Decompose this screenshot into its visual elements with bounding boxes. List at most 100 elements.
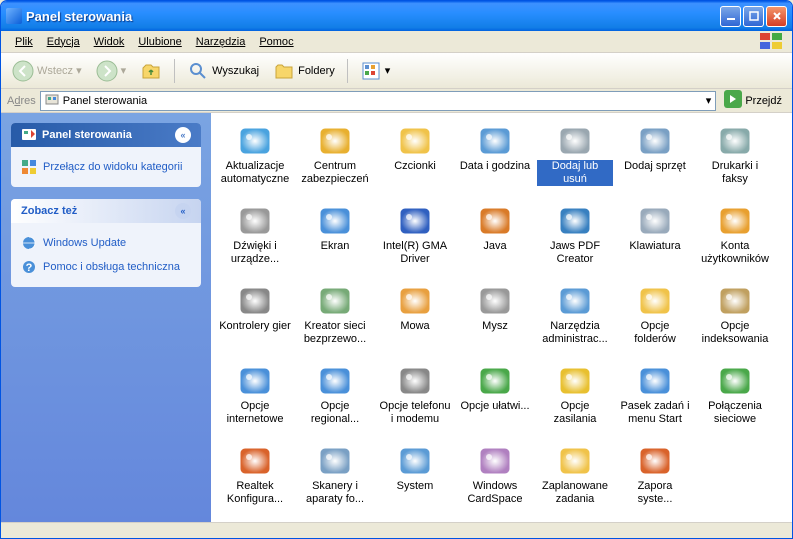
panel-seealso-header[interactable]: Zobacz też « [11,199,201,223]
close-button[interactable] [766,6,787,27]
cp-item-chip[interactable]: Intel(R) GMA Driver [375,203,455,281]
cp-item-speech[interactable]: Mowa [375,283,455,361]
shield-icon [319,125,351,157]
cp-item-label: Centrum zabezpieczeń [297,160,373,186]
menu-favorites[interactable]: Ulubione [132,34,187,50]
cp-item-joystick[interactable]: Kontrolery gier [215,283,295,361]
minimize-button[interactable] [720,6,741,27]
cp-item-display[interactable]: Ekran [295,203,375,281]
address-label: Adres [7,95,36,107]
menu-tools[interactable]: Narzędzia [190,34,252,50]
cp-item-network[interactable]: Połączenia sieciowe [695,363,775,441]
windows-update-link[interactable]: Windows Update [21,231,191,255]
menu-edit[interactable]: Edycja [41,34,86,50]
system-icon [399,445,431,477]
pdf-icon [559,205,591,237]
cp-item-label: Opcje internetowe [217,400,293,426]
cp-item-firewall[interactable]: Zapora syste... [615,443,695,521]
internet-icon [239,365,271,397]
cp-item-mouse[interactable]: Mysz [455,283,535,361]
cp-item-label: Skanery i aparaty fo... [297,480,373,506]
category-icon [21,159,37,175]
scheduled-icon [559,445,591,477]
panel-control-header[interactable]: Panel sterowania « [11,123,201,147]
titlebar[interactable]: Panel sterowania [1,1,792,31]
maximize-button[interactable] [743,6,764,27]
go-button[interactable]: Przejdź [720,88,786,113]
cp-item-power[interactable]: Opcje zasilania [535,363,615,441]
cp-item-admin-tools[interactable]: Narzędzia administrac... [535,283,615,361]
cp-item-shield-update[interactable]: Aktualizacje automatyczne [215,123,295,201]
folders-label: Foldery [298,65,335,77]
cp-item-hardware[interactable]: Dodaj sprzęt [615,123,695,201]
cp-item-label: Zapora syste... [617,480,693,506]
scanner-icon [319,445,351,477]
keyboard-icon [639,205,671,237]
back-label: Wstecz [37,65,73,77]
search-button[interactable]: Wyszukaj [182,57,264,85]
cp-item-internet[interactable]: Opcje internetowe [215,363,295,441]
panel-header-icon [21,126,37,145]
cp-item-label: Zaplanowane zadania [537,480,613,506]
cp-item-taskbar[interactable]: Pasek zadań i menu Start [615,363,695,441]
admin-tools-icon [559,285,591,317]
folder-options-icon [639,285,671,317]
cp-item-shield[interactable]: Centrum zabezpieczeń [295,123,375,201]
cp-item-regional[interactable]: Opcje regional... [295,363,375,441]
cp-item-label: Intel(R) GMA Driver [377,240,453,266]
cp-item-users[interactable]: Konta użytkowników [695,203,775,281]
phone-modem-icon [399,365,431,397]
cp-item-box-cd[interactable]: Dodaj lub usuń programy [535,123,615,201]
content-area: Panel sterowania « Przełącz do widoku ka… [1,113,792,522]
icon-view[interactable]: Aktualizacje automatyczneCentrum zabezpi… [211,113,792,522]
up-button[interactable] [135,57,167,85]
menu-help[interactable]: Pomoc [253,34,299,50]
cp-item-pdf[interactable]: Jaws PDF Creator [535,203,615,281]
cp-item-speaker[interactable]: Dźwięki i urządze... [215,203,295,281]
cp-item-folder-options[interactable]: Opcje folderów [615,283,695,361]
cp-item-accessibility[interactable]: Opcje ułatwi... [455,363,535,441]
address-input[interactable]: Panel sterowania ▾ [40,91,717,111]
display-icon [319,205,351,237]
cp-item-audio[interactable]: Realtek Konfigura... [215,443,295,521]
views-button[interactable]: ▾ [355,57,396,85]
forward-button[interactable]: ▾ [91,57,132,85]
cp-item-printer[interactable]: Drukarki i faksy [695,123,775,201]
help-support-link[interactable]: ? Pomoc i obsługa techniczna [21,255,191,279]
back-button[interactable]: Wstecz ▾ [7,57,87,85]
windows-flag-icon[interactable] [760,33,784,51]
mouse-icon [479,285,511,317]
cp-item-label: Dodaj lub usuń programy [537,160,613,186]
cp-item-label: Kontrolery gier [217,320,293,333]
cp-item-java[interactable]: Java [455,203,535,281]
cp-item-wifi[interactable]: Kreator sieci bezprzewo... [295,283,375,361]
cp-item-label: Dodaj sprzęt [622,160,688,173]
cp-item-folder-font[interactable]: Czcionki [375,123,455,201]
firewall-icon [639,445,671,477]
cp-item-label: Realtek Konfigura... [217,480,293,506]
cp-item-label: Windows CardSpace [457,480,533,506]
power-icon [559,365,591,397]
explorer-window: Panel sterowania Plik Edycja Widok Ulubi… [0,0,793,539]
cp-item-phone-modem[interactable]: Opcje telefonu i modemu [375,363,455,441]
address-dropdown-icon[interactable]: ▾ [706,94,712,107]
cp-item-scheduled[interactable]: Zaplanowane zadania [535,443,615,521]
menu-file[interactable]: Plik [9,34,39,50]
panel-seealso-title: Zobacz też [21,205,77,217]
cp-item-indexing[interactable]: Opcje indeksowania [695,283,775,361]
network-icon [719,365,751,397]
folders-button[interactable]: Foldery [268,57,340,85]
cp-item-cardspace[interactable]: Windows CardSpace [455,443,535,521]
collapse-icon: « [175,203,191,219]
menu-view[interactable]: Widok [88,34,131,50]
cp-item-keyboard[interactable]: Klawiatura [615,203,695,281]
cp-item-scanner[interactable]: Skanery i aparaty fo... [295,443,375,521]
printer-icon [719,125,751,157]
cp-item-label: Dźwięki i urządze... [217,240,293,266]
switch-category-view-link[interactable]: Przełącz do widoku kategorii [21,155,191,179]
cp-item-system[interactable]: System [375,443,455,521]
search-label: Wyszukaj [212,65,259,77]
cp-item-clock[interactable]: Data i godzina [455,123,535,201]
search-icon [187,60,209,82]
folder-font-icon [399,125,431,157]
